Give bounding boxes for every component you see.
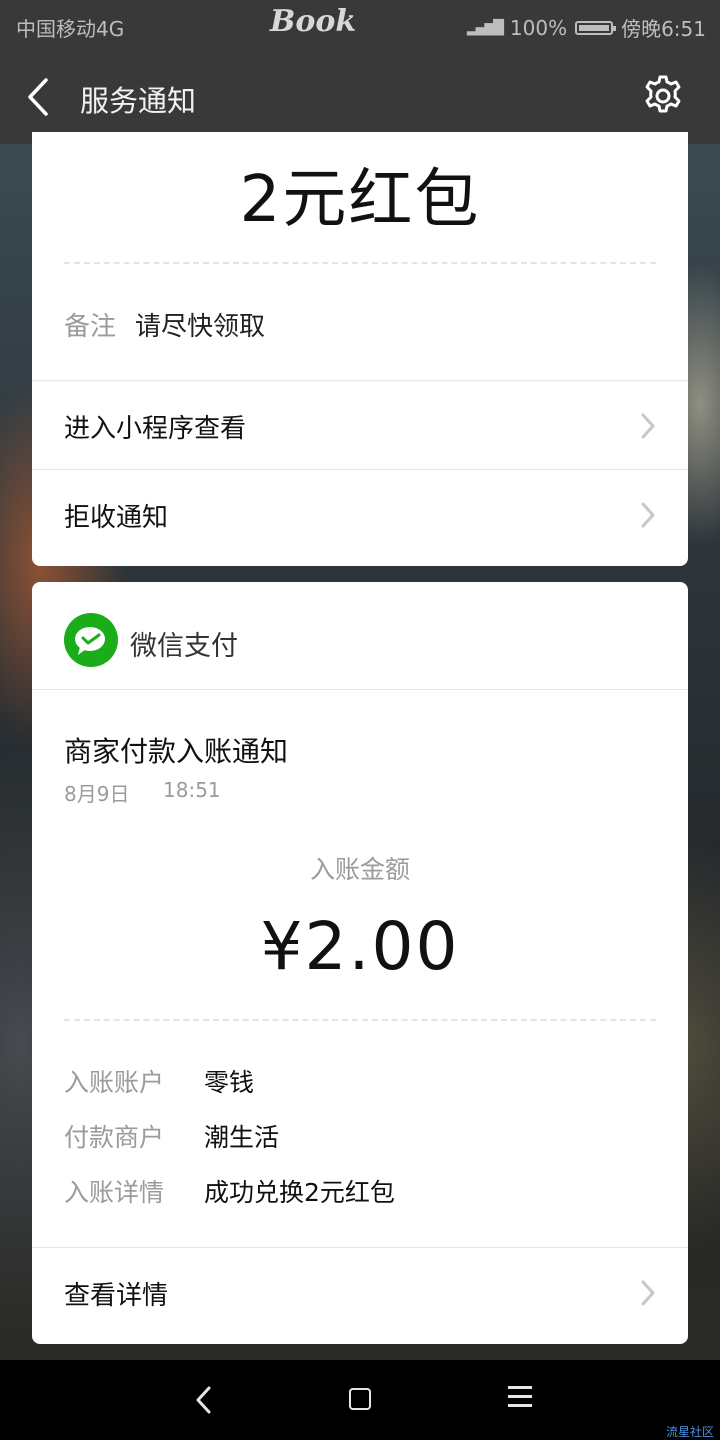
amount-value: ¥2.00 <box>260 908 460 985</box>
wechat-pay-icon <box>64 613 118 667</box>
title-bar: 服务通知 <box>0 50 720 144</box>
view-details-row[interactable]: 查看详情 <box>32 1248 688 1336</box>
status-logo: Book <box>270 4 357 39</box>
divider <box>32 689 688 690</box>
red-packet-card: 2元红包 备注 请尽快领取 进入小程序查看 拒收通知 <box>32 132 688 566</box>
notice-title: 商家付款入账通知 <box>64 735 289 768</box>
status-time: 傍晚6:51 <box>621 17 706 41</box>
dashed-divider <box>64 1019 656 1021</box>
reject-notification-row[interactable]: 拒收通知 <box>32 470 688 558</box>
detail-label: 入账账户 <box>64 1068 165 1097</box>
watermark: 流星社区 <box>665 1425 714 1439</box>
status-right-group: ▂▄▆█ 100% 傍晚6:51 <box>467 13 706 42</box>
nav-home-icon[interactable] <box>349 1388 371 1410</box>
remark-value: 请尽快领取 <box>135 312 266 342</box>
detail-value: 零钱 <box>204 1068 255 1097</box>
gear-icon[interactable] <box>641 74 685 118</box>
page-title: 服务通知 <box>80 84 197 118</box>
notice-time: 18:51 <box>163 778 221 802</box>
battery-percent: 100% <box>509 15 568 40</box>
row-label: 拒收通知 <box>64 503 169 533</box>
nav-menu-icon[interactable] <box>508 1386 532 1412</box>
amount-label: 入账金额 <box>309 855 410 884</box>
detail-value: 潮生活 <box>204 1123 280 1152</box>
remark-label: 备注 <box>64 312 117 342</box>
nav-back-icon[interactable] <box>190 1384 218 1416</box>
detail-value: 成功兑换2元红包 <box>204 1178 395 1207</box>
status-bar: 中国移动4G Book ▂▄▆█ 100% 傍晚6:51 <box>0 0 720 50</box>
chevron-right-icon <box>641 413 655 439</box>
open-miniprogram-row[interactable]: 进入小程序查看 <box>32 381 688 469</box>
signal-icon: ▂▄▆█ <box>466 19 504 36</box>
detail-label: 入账详情 <box>64 1178 165 1207</box>
payment-notice-card: 微信支付 商家付款入账通知 8月9日 18:51 入账金额 ¥2.00 入账账户… <box>32 582 688 1344</box>
row-label: 进入小程序查看 <box>64 414 247 444</box>
battery-icon <box>575 20 617 35</box>
row-label: 查看详情 <box>64 1281 169 1311</box>
chevron-right-icon <box>641 1280 655 1306</box>
notice-date: 8月9日 <box>64 782 130 806</box>
chevron-left-icon[interactable] <box>22 74 58 120</box>
system-nav-bar <box>0 1360 720 1440</box>
sender-name: 微信支付 <box>130 631 238 662</box>
detail-label: 付款商户 <box>64 1123 165 1152</box>
chevron-right-icon <box>641 502 655 528</box>
red-packet-headline: 2元红包 <box>239 163 481 237</box>
carrier-label: 中国移动4G <box>16 17 125 41</box>
dashed-divider <box>64 262 656 264</box>
